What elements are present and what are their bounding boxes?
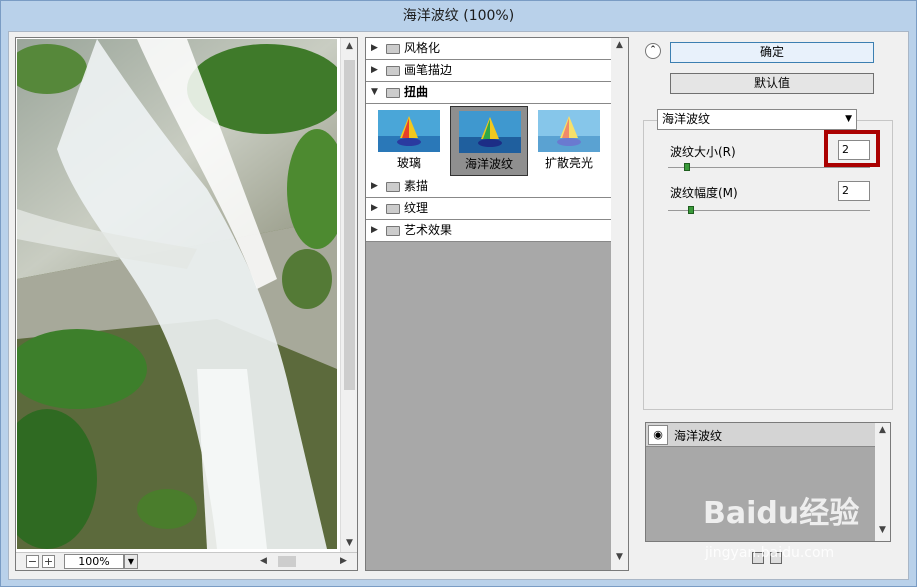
preview-vertical-scrollbar[interactable]: ▲ ▼ — [340, 38, 357, 552]
scroll-down-icon[interactable]: ▼ — [611, 552, 628, 562]
effect-layer-label: 海洋波纹 — [674, 429, 723, 443]
scroll-down-icon[interactable]: ▼ — [875, 525, 890, 535]
filter-thumb-glass[interactable]: 玻璃 — [370, 106, 448, 176]
preview-toolbar: − + 100% ▼ ◀ ▶ — [16, 552, 357, 570]
scroll-left-icon[interactable]: ◀ — [256, 554, 271, 569]
ripple-size-slider-handle[interactable] — [684, 163, 691, 171]
filter-thumb-diffuse-glow[interactable]: 扩散亮光 — [530, 106, 608, 176]
category-label: 素描 — [404, 179, 429, 193]
scroll-right-icon[interactable]: ▶ — [336, 554, 351, 569]
glass-thumbnail-icon — [378, 110, 440, 152]
folder-icon — [386, 44, 400, 54]
scroll-up-icon[interactable]: ▲ — [341, 38, 358, 55]
expand-icon: ▶ — [371, 181, 378, 191]
filter-select-value: 海洋波纹 — [662, 112, 711, 126]
category-brush-strokes[interactable]: ▶ 画笔描边 — [366, 60, 612, 82]
ripple-size-label: 波纹大小(R) — [670, 145, 736, 159]
folder-icon — [386, 204, 400, 214]
chevron-down-icon: ▼ — [845, 114, 852, 124]
highlight-box — [824, 130, 880, 167]
folder-icon — [386, 226, 400, 236]
zoom-value[interactable]: 100% — [64, 554, 124, 569]
ripple-magnitude-input[interactable]: 2 — [838, 181, 870, 201]
open-folder-icon — [386, 88, 400, 98]
category-sketch[interactable]: ▶ 素描 — [366, 176, 612, 198]
filter-thumb-ocean-ripple[interactable]: 海洋波纹 — [450, 106, 528, 176]
effect-layer-row[interactable]: ◉ 海洋波纹 — [646, 423, 876, 447]
expand-icon: ▶ — [371, 225, 378, 235]
ripple-magnitude-slider-handle[interactable] — [688, 206, 695, 214]
tree-scrollbar[interactable]: ▲ ▼ — [611, 38, 628, 570]
zoom-dropdown-icon[interactable]: ▼ — [124, 554, 138, 569]
expand-icon: ▶ — [371, 65, 378, 75]
folder-icon — [386, 182, 400, 192]
ocean-ripple-thumbnail-icon — [459, 111, 521, 153]
category-label: 扭曲 — [404, 85, 429, 99]
window-title: 海洋波纹 (100%) — [402, 8, 515, 24]
hscroll-thumb[interactable] — [278, 556, 296, 567]
expand-icon: ▶ — [371, 203, 378, 213]
filter-label: 扩散亮光 — [544, 156, 593, 170]
collapse-gallery-icon[interactable]: ⌃ — [645, 43, 661, 59]
zoom-in-button[interactable]: + — [42, 555, 55, 568]
category-stylize[interactable]: ▶ 风格化 — [366, 38, 612, 60]
category-label: 艺术效果 — [404, 223, 453, 237]
category-distort[interactable]: ▼ 扭曲 — [366, 82, 612, 104]
folder-icon — [386, 66, 400, 76]
visibility-eye-icon[interactable]: ◉ — [648, 425, 668, 445]
preview-image[interactable] — [17, 39, 337, 549]
diffuse-glow-thumbnail-icon — [538, 110, 600, 152]
collapse-icon: ▼ — [371, 87, 378, 97]
filter-thumbnails: 玻璃 海洋波纹 扩散亮光 — [366, 104, 612, 182]
preview-horizontal-scrollbar[interactable]: ◀ ▶ — [256, 554, 356, 569]
waterfall-image — [17, 39, 337, 549]
filter-label: 玻璃 — [396, 156, 421, 170]
expand-icon: ▶ — [371, 43, 378, 53]
filter-label: 海洋波纹 — [464, 157, 513, 171]
category-label: 画笔描边 — [404, 63, 453, 77]
default-button[interactable]: 默认值 — [670, 73, 874, 94]
category-artistic[interactable]: ▶ 艺术效果 — [366, 220, 612, 242]
ripple-size-slider-track[interactable] — [668, 167, 870, 168]
filter-select[interactable]: 海洋波纹 ▼ — [657, 109, 857, 130]
layers-scrollbar[interactable]: ▲ ▼ — [875, 423, 890, 541]
category-label: 风格化 — [404, 41, 441, 55]
category-texture[interactable]: ▶ 纹理 — [366, 198, 612, 220]
ripple-magnitude-label: 波纹幅度(M) — [670, 186, 738, 200]
watermark: Baidu经验 — [703, 496, 860, 531]
scroll-up-icon[interactable]: ▲ — [875, 425, 890, 435]
filter-tree: ▶ 风格化 ▶ 画笔描边 ▼ 扭曲 玻璃 海洋波纹 扩散亮光 ▶ 素描 ▶ 纹理… — [365, 37, 629, 571]
watermark-url: jingyan.baidu.com — [705, 545, 835, 561]
ripple-magnitude-slider-track[interactable] — [668, 210, 870, 211]
category-label: 纹理 — [404, 201, 429, 215]
ok-button[interactable]: 确定 — [670, 42, 874, 63]
scroll-thumb[interactable] — [344, 60, 355, 390]
scroll-down-icon[interactable]: ▼ — [341, 535, 358, 552]
scroll-up-icon[interactable]: ▲ — [611, 40, 628, 50]
preview-pane: ▲ ▼ − + 100% ▼ ◀ ▶ — [15, 37, 358, 571]
zoom-out-button[interactable]: − — [26, 555, 39, 568]
